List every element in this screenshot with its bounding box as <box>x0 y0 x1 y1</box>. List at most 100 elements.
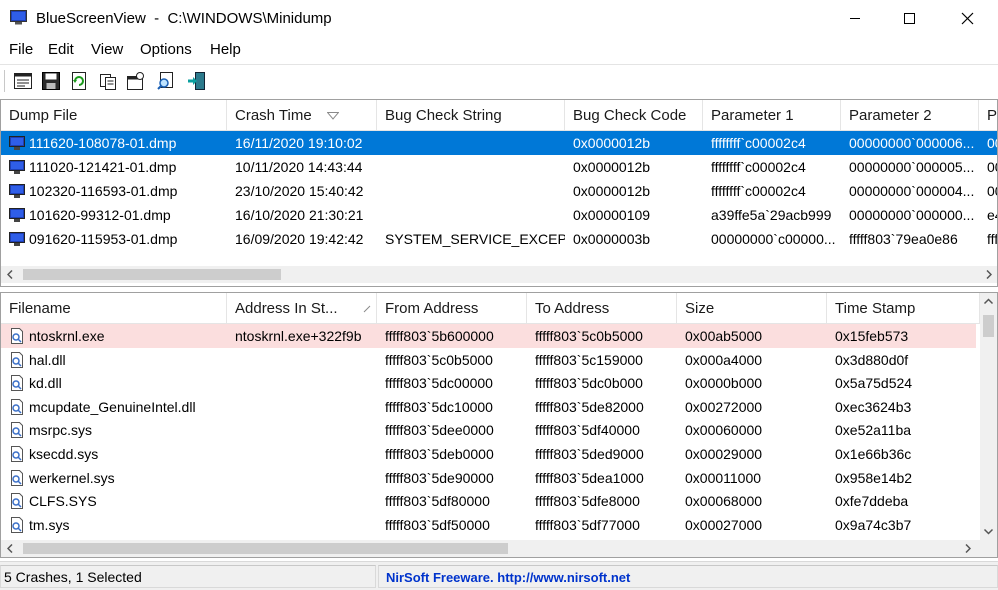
driver-row[interactable]: hal.dll fffff803`5c0b5000 fffff803`5c15900… <box>1 348 997 372</box>
driver-cell: fffff803`5dc0b000 <box>535 375 643 392</box>
crash-row[interactable]: 111020-121421-01.dmp 10/11/2020 14:43:44 0… <box>1 155 997 179</box>
crash-cell: ffffffff`c00002c4 <box>711 159 806 175</box>
refresh-button[interactable] <box>67 69 91 93</box>
chevron-down-icon[interactable] <box>980 523 997 540</box>
crash-cell: 16/11/2020 19:10:02 <box>235 135 363 151</box>
driver-cell: 0x00060000 <box>685 422 763 439</box>
menu-view[interactable]: View <box>91 41 123 58</box>
crash-cell: 0x0000012b <box>573 183 651 199</box>
col-parameter-3[interactable]: Pa <box>979 100 997 131</box>
crash-list-hscroll-thumb[interactable] <box>23 269 281 280</box>
driver-row[interactable]: tm.sys fffff803`5df50000 fffff803`5df77000… <box>1 513 997 537</box>
driver-row[interactable]: mcupdate_GenuineIntel.dll fffff803`5dc100… <box>1 395 997 419</box>
properties-button[interactable] <box>124 69 148 93</box>
driver-cell <box>227 395 377 419</box>
driver-list-header: Filename Address In St... From Address T… <box>1 293 980 324</box>
driver-row[interactable]: werkernel.sys fffff803`5de90000 fffff803`5… <box>1 466 997 490</box>
driver-cell: hal.dll <box>29 351 66 368</box>
col-filename[interactable]: Filename <box>1 293 227 324</box>
driver-list[interactable]: Filename Address In St... From Address T… <box>0 292 998 558</box>
crash-cell: ffffffff`c00002c4 <box>711 135 806 151</box>
driver-list-vscrollbar[interactable] <box>980 293 997 540</box>
scroll-right-arrow[interactable] <box>980 266 997 283</box>
close-button[interactable] <box>944 0 990 36</box>
col-bug-check-code[interactable]: Bug Check Code <box>565 100 703 131</box>
crash-cell: ffffffff`c00002c4 <box>711 183 806 199</box>
save-button[interactable] <box>39 69 63 93</box>
col-bug-check-string[interactable]: Bug Check String <box>377 100 565 131</box>
driver-cell <box>227 489 377 513</box>
driver-cell: 0x0000b000 <box>685 375 763 392</box>
menu-options[interactable]: Options <box>140 41 192 58</box>
crash-row[interactable]: 091620-115953-01.dmp 16/09/2020 19:42:42 S… <box>1 227 997 251</box>
crash-list-hscrollbar[interactable] <box>1 266 997 283</box>
driver-cell: ksecdd.sys <box>29 446 99 462</box>
crash-cell: 0x0000012b <box>573 135 651 151</box>
col-parameter-2[interactable]: Parameter 2 <box>841 100 979 131</box>
window-title: BlueScreenView - C:\WINDOWS\Minidump <box>36 10 332 27</box>
copy-button[interactable] <box>96 69 120 93</box>
driver-cell: fffff803`5dee0000 <box>385 422 494 439</box>
menu-file[interactable]: File <box>9 41 33 58</box>
col-from-address[interactable]: From Address <box>377 293 527 324</box>
properties-icon <box>127 72 144 90</box>
col-to-address[interactable]: To Address <box>527 293 677 324</box>
driver-cell: fffff803`5dea1000 <box>535 469 644 486</box>
col-address-in-stack[interactable]: Address In St... <box>227 293 377 324</box>
crash-row[interactable]: 101620-99312-01.dmp 16/10/2020 21:30:21 0x… <box>1 203 997 227</box>
driver-cell: fffff803`5df77000 <box>535 516 640 533</box>
crash-row[interactable]: 102320-116593-01.dmp 23/10/2020 15:40:42 0… <box>1 179 997 203</box>
col-time-stamp[interactable]: Time Stamp <box>827 293 980 324</box>
driver-cell: 0xe52a11ba <box>835 422 912 439</box>
driver-row[interactable]: kd.dll fffff803`5dc00000 fffff803`5dc0b000… <box>1 371 997 395</box>
col-parameter-1[interactable]: Parameter 1 <box>703 100 841 131</box>
driver-list-hscroll-thumb[interactable] <box>23 543 508 554</box>
chevron-right-icon <box>985 270 992 279</box>
maximize-button[interactable] <box>886 0 932 36</box>
driver-cell <box>227 442 377 466</box>
crash-cell: 102320-116593-01.dmp <box>29 183 178 199</box>
crash-cell: 16/10/2020 21:30:21 <box>235 207 364 223</box>
exit-icon <box>188 72 205 90</box>
find-button[interactable] <box>154 69 178 93</box>
crash-cell: 00000000`000005... <box>849 159 975 175</box>
crash-cell: 23/10/2020 15:40:42 <box>235 183 364 199</box>
driver-cell <box>227 466 377 490</box>
scroll-left-arrow[interactable] <box>1 266 18 283</box>
crash-list[interactable]: Dump File Crash Time Bug Check String Bu… <box>0 99 998 287</box>
crash-cell: 0x0000003b <box>573 231 651 247</box>
chevron-left-icon <box>6 270 13 279</box>
crash-cell: 00 <box>987 159 997 175</box>
crash-cell: 111620-108078-01.dmp <box>29 135 177 151</box>
driver-cell <box>227 513 377 537</box>
minimize-button[interactable] <box>832 0 878 36</box>
scroll-left-arrow[interactable] <box>1 540 18 557</box>
properties-window-button[interactable] <box>11 69 35 93</box>
crash-row[interactable]: 111620-108078-01.dmp 16/11/2020 19:10:02 0… <box>1 131 997 155</box>
exit-button[interactable] <box>184 69 208 93</box>
driver-row[interactable]: ntoskrnl.exe ntoskrnl.exe+322f9b fffff803`… <box>1 324 976 348</box>
chevron-up-icon[interactable] <box>980 293 997 310</box>
driver-cell: 0x00ab5000 <box>685 328 763 344</box>
nirsoft-link[interactable]: NirSoft Freeware. http://www.nirsoft.net <box>378 565 998 588</box>
driver-row[interactable]: msrpc.sys fffff803`5dee0000 fffff803`5df40… <box>1 418 997 442</box>
crash-cell <box>377 203 565 227</box>
col-size[interactable]: Size <box>677 293 827 324</box>
col-address-in-stack-label: Address In St... <box>235 300 338 317</box>
driver-cell: 0x958e14b2 <box>835 469 913 486</box>
menu-help[interactable]: Help <box>210 41 241 58</box>
crash-cell: 00000000`000006... <box>849 135 975 151</box>
col-crash-time[interactable]: Crash Time <box>227 100 377 131</box>
driver-row[interactable]: CLFS.SYS fffff803`5df80000 fffff803`5dfe80… <box>1 489 997 513</box>
driver-cell: fffff803`5c159000 <box>535 351 643 368</box>
crash-cell: 16/09/2020 19:42:42 <box>235 231 364 247</box>
toolbar-grip[interactable] <box>4 70 7 92</box>
chevron-right-icon <box>964 544 971 553</box>
menu-edit[interactable]: Edit <box>48 41 74 58</box>
scroll-right-arrow[interactable] <box>959 540 976 557</box>
driver-list-vscroll-thumb[interactable] <box>983 315 994 337</box>
driver-list-hscrollbar[interactable] <box>1 540 997 557</box>
col-dump-file[interactable]: Dump File <box>1 100 227 131</box>
driver-row[interactable]: ksecdd.sys fffff803`5deb0000 fffff803`5ded… <box>1 442 997 466</box>
app-icon <box>10 10 27 25</box>
